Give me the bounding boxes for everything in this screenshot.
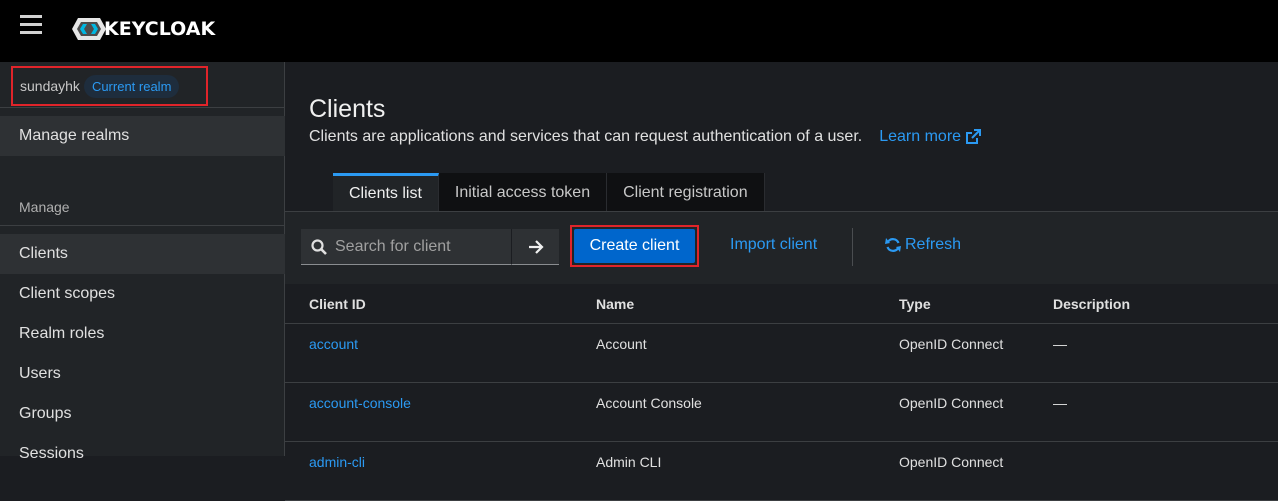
tabs: Clients list Initial access token Client… xyxy=(333,173,765,212)
sidebar-item-users[interactable]: Users xyxy=(0,354,285,394)
column-header-name[interactable]: Name xyxy=(596,296,634,312)
column-header-client-id[interactable]: Client ID xyxy=(309,296,366,312)
sidebar-item-clients[interactable]: Clients xyxy=(0,234,285,274)
sidebar-item-realm-roles[interactable]: Realm roles xyxy=(0,314,285,354)
sidebar-item-groups[interactable]: Groups xyxy=(0,394,285,434)
refresh-button[interactable]: Refresh xyxy=(885,236,961,254)
refresh-label: Refresh xyxy=(905,236,962,253)
tab-initial-access-token[interactable]: Initial access token xyxy=(438,173,608,212)
table-row: admin-cli Admin CLI OpenID Connect xyxy=(285,442,1278,501)
sidebar: sundayhk Current realm Manage realms Man… xyxy=(0,62,285,462)
sidebar-item-sessions[interactable]: Sessions xyxy=(0,434,285,474)
client-type: OpenID Connect xyxy=(899,395,1004,411)
table-row: account-console Account Console OpenID C… xyxy=(285,383,1278,442)
external-link-icon xyxy=(966,129,982,144)
client-name: Account Console xyxy=(596,395,702,411)
sidebar-item-client-scopes[interactable]: Client scopes xyxy=(0,274,285,314)
client-description: — xyxy=(1053,336,1067,352)
client-description: — xyxy=(1053,395,1067,411)
search-submit-button[interactable] xyxy=(511,229,559,265)
page-title: Clients xyxy=(309,95,386,123)
tab-clients-list[interactable]: Clients list xyxy=(333,173,439,212)
page-description: Clients are applications and services th… xyxy=(309,128,982,146)
client-type: OpenID Connect xyxy=(899,454,1004,470)
sidebar-divider xyxy=(0,107,285,108)
hamburger-menu-icon[interactable] xyxy=(20,15,42,35)
learn-more-link[interactable]: Learn more xyxy=(879,128,982,146)
keycloak-logo-icon xyxy=(72,18,106,40)
search-box xyxy=(301,229,511,265)
column-header-description[interactable]: Description xyxy=(1053,296,1130,312)
arrow-right-icon xyxy=(528,239,544,254)
sidebar-section-label: Manage xyxy=(19,199,70,215)
search-input[interactable] xyxy=(335,237,505,256)
create-client-highlight: Create client xyxy=(570,225,699,267)
toolbar: Create client Import client Refresh xyxy=(285,212,1278,284)
current-realm-badge: Current realm xyxy=(83,74,180,98)
client-name: Account xyxy=(596,336,647,352)
main-content: Clients Clients are applications and ser… xyxy=(285,62,1278,501)
table-row: account Account OpenID Connect — xyxy=(285,324,1278,383)
import-client-button[interactable]: Import client xyxy=(730,236,817,254)
client-id-link[interactable]: admin-cli xyxy=(309,454,365,470)
sidebar-item-manage-realms[interactable]: Manage realms xyxy=(0,116,285,156)
client-type: OpenID Connect xyxy=(899,336,1004,352)
create-client-button[interactable]: Create client xyxy=(574,229,695,263)
realm-name: sundayhk xyxy=(20,78,80,94)
client-id-link[interactable]: account xyxy=(309,336,358,352)
realm-selector[interactable]: sundayhk Current realm xyxy=(11,66,208,106)
table-header: Client ID Name Type Description xyxy=(285,284,1278,324)
column-header-type[interactable]: Type xyxy=(899,296,931,312)
client-id-link[interactable]: account-console xyxy=(309,395,411,411)
brand-name: KEYCLOAK xyxy=(104,18,216,40)
learn-more-label: Learn more xyxy=(879,128,962,145)
client-name: Admin CLI xyxy=(596,454,662,470)
toolbar-separator xyxy=(852,228,853,266)
masthead: KEYCLOAK xyxy=(0,0,1278,62)
sidebar-divider xyxy=(0,225,285,226)
description-text: Clients are applications and services th… xyxy=(309,128,863,145)
search-icon xyxy=(311,238,327,255)
tab-client-registration[interactable]: Client registration xyxy=(607,173,765,212)
refresh-icon xyxy=(885,238,901,252)
keycloak-logo[interactable]: KEYCLOAK xyxy=(72,16,215,42)
